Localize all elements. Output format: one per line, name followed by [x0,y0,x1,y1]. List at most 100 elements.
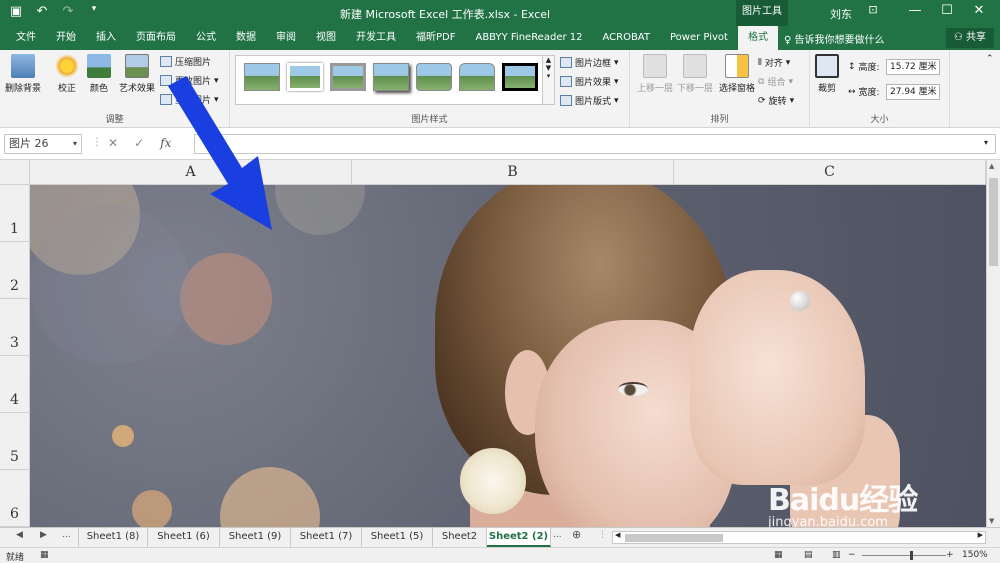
minimize-icon[interactable]: — [900,3,930,18]
sheet-tab[interactable]: Sheet1 (7) [291,528,362,547]
tab-developer[interactable]: 开发工具 [346,26,406,50]
align-button[interactable]: ⫴ 对齐 ▾ [758,56,790,70]
picture-layout-button[interactable]: 图片版式 ▾ [560,94,619,107]
sheet-tab[interactable]: Sheet2 [433,528,487,547]
picture-style-thumb[interactable] [459,63,495,91]
page-layout-view-icon[interactable]: ▤ [804,550,813,560]
picture-effects-button[interactable]: 图片效果 ▾ [560,75,619,88]
tab-split-icon[interactable]: ⋮ [598,530,607,540]
customize-icon[interactable]: ▾ [86,4,102,19]
sheet-tab[interactable]: Sheet1 (9) [220,528,291,547]
picture-style-thumb[interactable] [502,63,538,91]
sheet-more-left[interactable]: ... [62,530,71,540]
height-input[interactable]: 15.72 厘米 [886,59,940,75]
picture-style-thumb[interactable] [287,63,323,91]
remove-background-icon [11,54,35,78]
column-header-c[interactable]: C [674,160,986,185]
picture-border-button[interactable]: 图片边框 ▾ [560,56,619,69]
zoom-slider-thumb[interactable] [910,551,913,560]
picture-style-thumb[interactable] [416,63,452,91]
tab-page-layout[interactable]: 页面布局 [126,26,186,50]
picture-style-thumb[interactable] [330,63,366,91]
check-icon[interactable]: ✓ [134,136,144,150]
name-box[interactable]: 图片 26 ▾ [4,134,82,154]
artistic-effects-button[interactable]: 艺术效果 [114,54,160,94]
gallery-scroll[interactable]: ▲ ▼ ▾ [542,56,554,104]
picture-style-thumb[interactable] [373,63,409,91]
vertical-scrollbar[interactable]: ▲ ▼ [986,160,1000,527]
chevron-down-icon[interactable]: ▾ [73,135,77,153]
row-header-2[interactable]: 2 [0,242,30,299]
collapse-ribbon-icon[interactable]: ⌃ [986,54,994,64]
select-all-corner[interactable] [0,160,30,185]
row-header-3[interactable]: 3 [0,299,30,356]
zoom-in-icon[interactable]: + [946,550,954,560]
tell-me-search[interactable]: ♀ 告诉我你想要做什么 [784,31,885,46]
scroll-right-icon[interactable]: ▶ [978,531,983,539]
column-header-b[interactable]: B [352,160,674,185]
tab-view[interactable]: 视图 [306,26,346,50]
add-sheet-icon[interactable]: ⊕ [572,528,581,541]
selection-pane-button[interactable]: 选择窗格 [714,54,760,94]
sheet-more-right[interactable]: ... [553,530,562,540]
horizontal-scrollbar[interactable]: ◀ ▶ [612,531,986,544]
formula-input[interactable] [194,134,996,154]
sheet-tab-active[interactable]: Sheet2 (2) [487,528,551,547]
sheet-next-icon[interactable]: ▶ [40,530,47,540]
group-objects-button[interactable]: ⧉ 组合 ▾ [758,75,793,89]
tab-data[interactable]: 数据 [226,26,266,50]
width-input[interactable]: 27.94 厘米 [886,84,940,100]
tab-abbyy[interactable]: ABBYY FineReader 12 [465,26,592,50]
zoom-slider[interactable] [862,555,946,556]
send-backward-button[interactable]: 下移一层 [672,54,718,94]
tab-foxit-pdf[interactable]: 福昕PDF [406,26,465,50]
expand-formula-icon[interactable]: ▾ [984,138,988,147]
vertical-scroll-thumb[interactable] [989,178,998,266]
redo-icon[interactable]: ↷ [60,4,76,19]
close-icon[interactable]: ✕ [964,3,994,18]
macro-record-icon[interactable]: ▦ [40,550,49,560]
crop-button[interactable]: 裁剪 [810,54,844,94]
share-button[interactable]: ⚇ 共享 [945,28,994,48]
sheet-prev-icon[interactable]: ◀ [16,530,23,540]
rotate-button[interactable]: ⟳ 旋转 ▾ [758,94,795,108]
user-name[interactable]: 刘东 [830,6,852,22]
scroll-down-icon[interactable]: ▼ [989,517,994,525]
save-icon[interactable]: ▣ [8,4,24,19]
rotate-label: 旋转 [768,97,787,107]
picture-styles-gallery[interactable]: ▲ ▼ ▾ [235,55,555,105]
width-label: ↔ 宽度: [848,85,880,99]
tab-insert[interactable]: 插入 [86,26,126,50]
photo-earring [460,448,526,514]
remove-background-button[interactable]: 删除背景 [0,54,46,94]
cancel-icon[interactable]: ✕ [108,136,118,150]
maximize-icon[interactable]: ☐ [932,3,962,18]
sheet-tab[interactable]: Sheet1 (8) [78,528,148,547]
dropdown-arrow-icon: ▾ [789,95,795,106]
zoom-out-icon[interactable]: − [848,550,856,560]
row-header-1[interactable]: 1 [0,185,30,242]
ribbon-display-icon[interactable]: ⊡ [858,3,888,16]
page-break-view-icon[interactable]: ▥ [832,550,841,560]
sheet-tab[interactable]: Sheet1 (6) [148,528,220,547]
tab-acrobat[interactable]: ACROBAT [592,26,660,50]
tab-review[interactable]: 审阅 [266,26,306,50]
row-header-4[interactable]: 4 [0,356,30,413]
tab-formulas[interactable]: 公式 [186,26,226,50]
undo-icon[interactable]: ↶ [34,4,50,19]
zoom-level[interactable]: 150% [962,550,988,560]
scroll-left-icon[interactable]: ◀ [615,531,620,539]
row-header-6[interactable]: 6 [0,470,30,527]
tab-home[interactable]: 开始 [46,26,86,50]
scroll-up-icon[interactable]: ▲ [989,162,994,170]
compress-pictures-button[interactable]: 压缩图片 [160,55,211,68]
lightbulb-icon: ♀ [783,34,795,46]
tab-file[interactable]: 文件 [6,26,46,50]
send-backward-icon [683,54,707,78]
tab-power-pivot[interactable]: Power Pivot [660,26,738,50]
normal-view-icon[interactable]: ▦ [774,550,783,560]
tab-format[interactable]: 格式 [737,26,778,50]
sheet-tab[interactable]: Sheet1 (5) [362,528,433,547]
horizontal-scroll-thumb[interactable] [625,534,723,542]
row-header-5[interactable]: 5 [0,413,30,470]
